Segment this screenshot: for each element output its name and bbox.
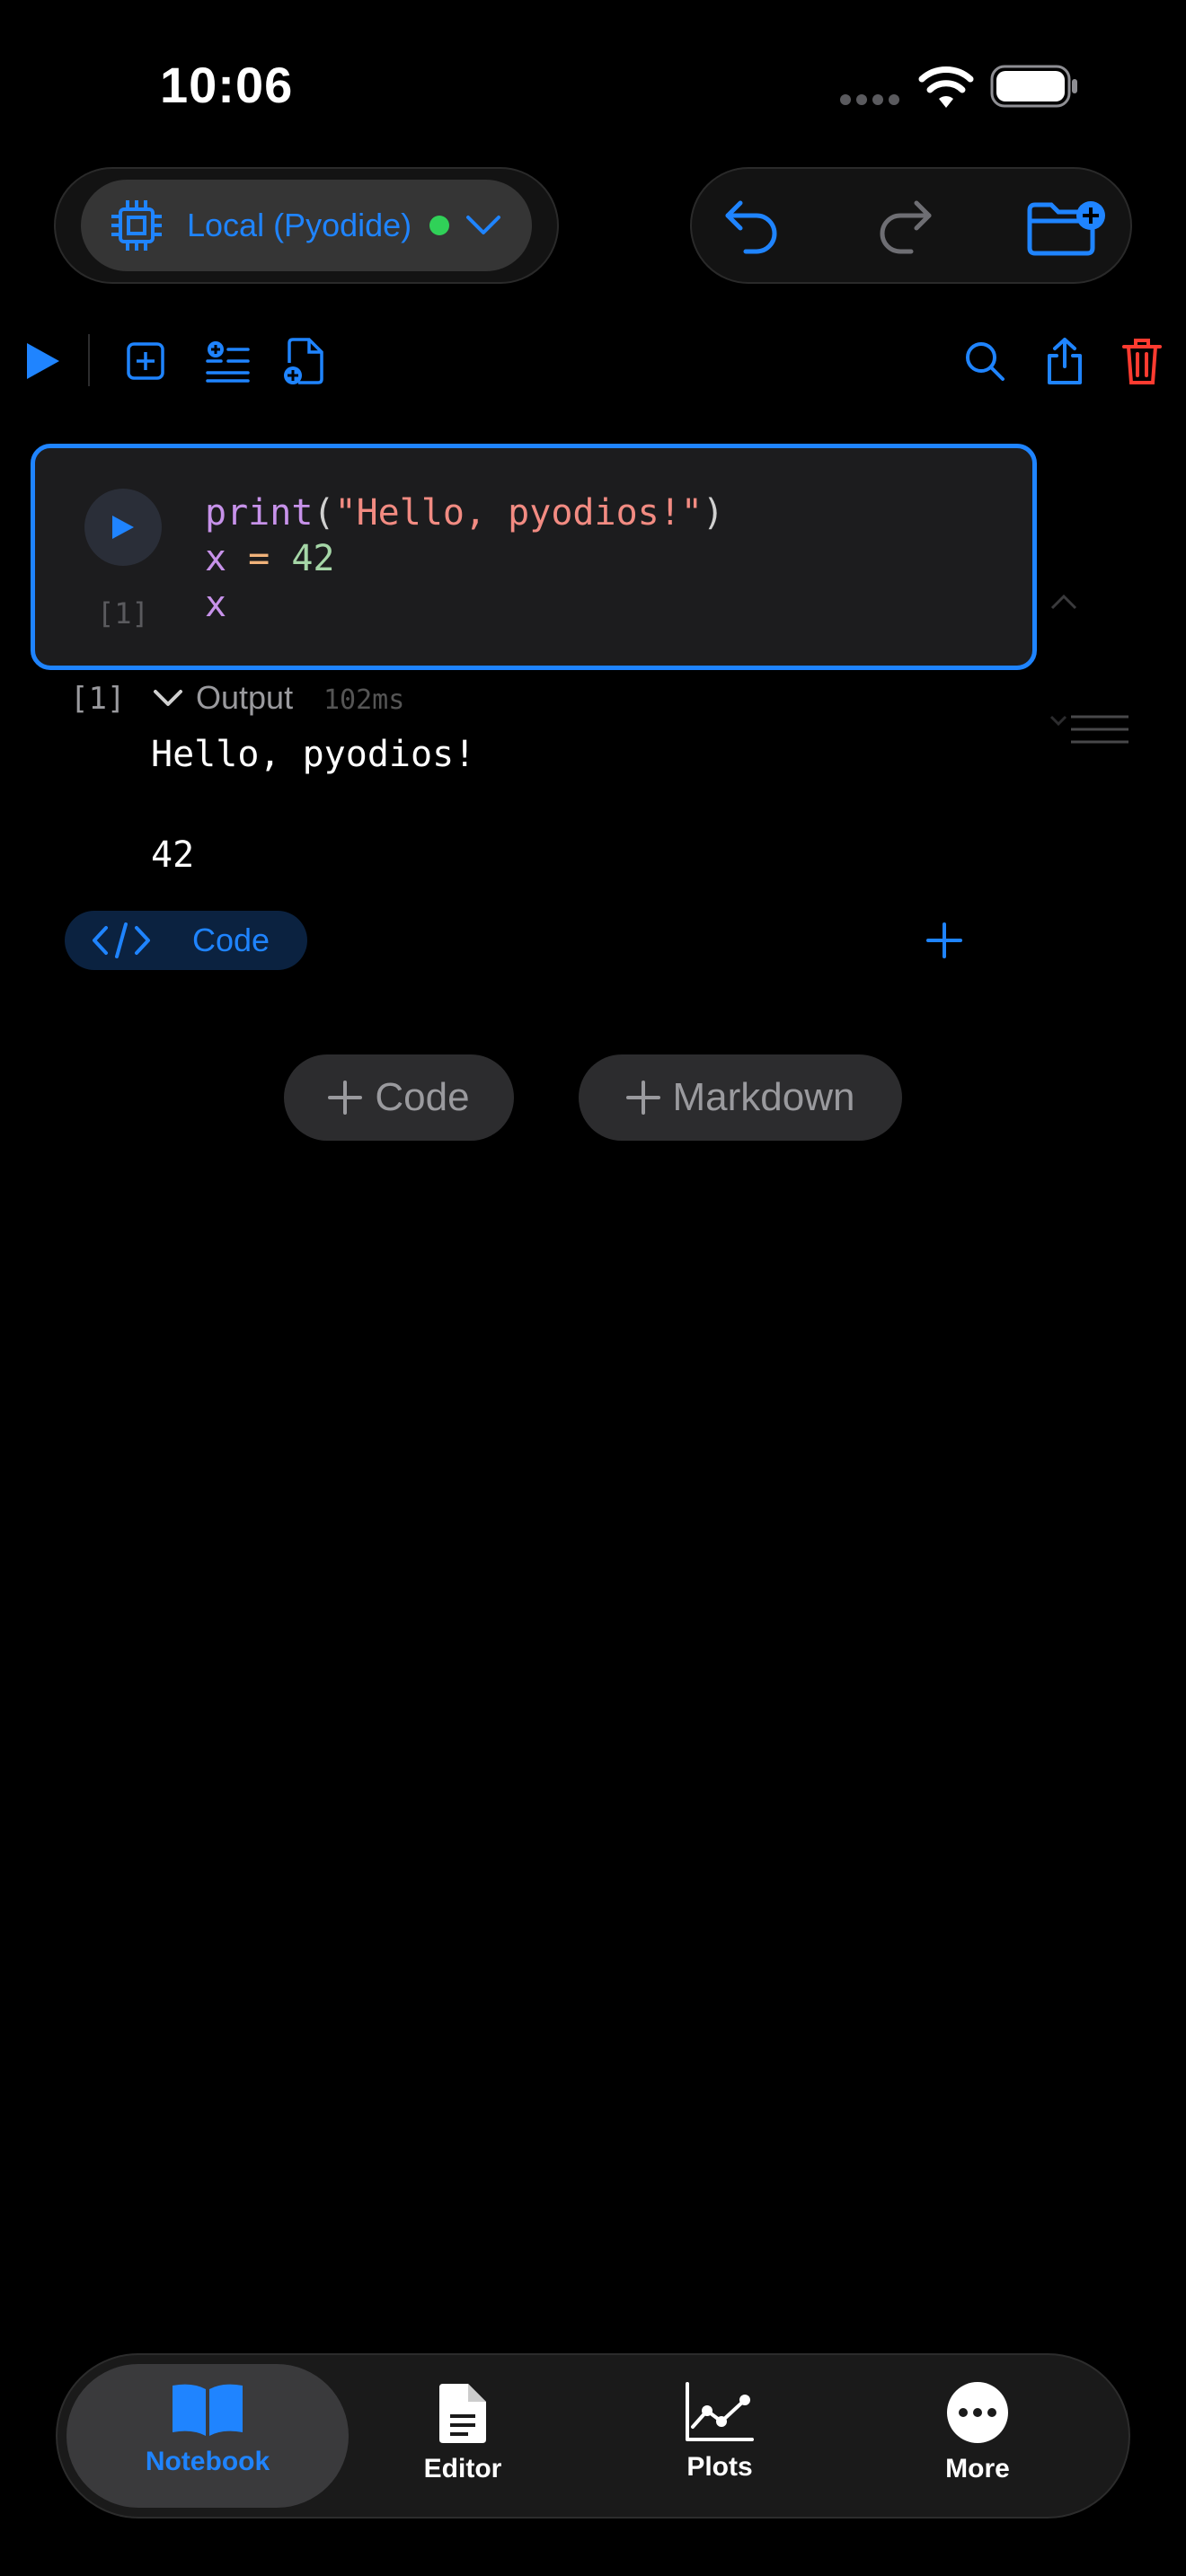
code-token: 42 xyxy=(291,538,335,579)
chevron-down-icon xyxy=(465,214,501,237)
add-code-button[interactable]: Code xyxy=(284,1054,514,1141)
code-token: ( xyxy=(313,492,335,534)
run-all-icon xyxy=(27,343,59,379)
kernel-status-dot xyxy=(429,216,450,235)
output-count: [1] xyxy=(70,681,126,717)
tab-label: More xyxy=(945,2454,1010,2483)
tab-editor[interactable]: Editor xyxy=(355,2380,571,2497)
delete-button[interactable] xyxy=(1121,336,1163,386)
plus-icon xyxy=(625,1081,660,1115)
tab-label: Editor xyxy=(423,2454,502,2483)
ellipsis-icon xyxy=(947,2382,1008,2443)
add-cell-button[interactable] xyxy=(126,341,165,381)
add-list-icon xyxy=(206,341,250,383)
toolbar-divider xyxy=(88,334,90,386)
trash-icon xyxy=(1122,339,1162,384)
kernel-selector[interactable]: Local (Pyodide) xyxy=(81,180,532,271)
tab-label: Plots xyxy=(686,2452,753,2482)
menu-icon xyxy=(1049,715,1128,744)
undo-icon xyxy=(725,200,777,254)
add-markdown-label: Markdown xyxy=(672,1075,855,1119)
cell-type-selector[interactable]: Code xyxy=(65,911,307,970)
output-label: Output xyxy=(196,679,294,716)
search-button[interactable] xyxy=(963,340,1006,383)
output-line: Hello, pyodios! xyxy=(151,734,476,775)
execution-count: [1] xyxy=(97,596,149,631)
output-line: 42 xyxy=(151,834,195,876)
add-cell-icon xyxy=(127,342,164,380)
redo-button[interactable] xyxy=(875,196,934,255)
cpu-icon xyxy=(108,197,165,254)
share-button[interactable] xyxy=(1044,336,1085,386)
output-toggle[interactable] xyxy=(153,688,183,708)
code-token: ) xyxy=(702,492,725,534)
run-all-button[interactable] xyxy=(25,341,61,381)
insert-cell-button[interactable] xyxy=(925,922,963,959)
chevron-up-icon xyxy=(1050,594,1077,610)
code-token: = xyxy=(226,538,292,579)
chart-icon xyxy=(686,2382,754,2441)
code-token: x xyxy=(205,584,227,625)
output-text: Hello, pyodios! 42 xyxy=(151,729,475,880)
cellular-signal-icon xyxy=(839,93,900,106)
battery-icon xyxy=(990,65,1080,108)
move-cell-up-button[interactable] xyxy=(1049,593,1078,611)
status-time: 10:06 xyxy=(160,57,294,113)
new-document-button[interactable] xyxy=(280,336,327,386)
tab-notebook[interactable]: Notebook xyxy=(100,2380,315,2497)
wifi-icon xyxy=(918,65,974,110)
plus-icon xyxy=(328,1081,363,1115)
search-icon xyxy=(966,342,1005,381)
kernel-label: Local (Pyodide) xyxy=(187,207,412,243)
cell-menu-button[interactable] xyxy=(1048,715,1128,745)
new-folder-button[interactable] xyxy=(1024,198,1107,257)
cell-type-label: Code xyxy=(192,922,270,958)
new-document-icon xyxy=(284,338,323,384)
plus-icon xyxy=(926,922,962,958)
code-token: "Hello, pyodios!" xyxy=(334,492,703,534)
code-brackets-icon xyxy=(92,922,151,958)
tab-more[interactable]: More xyxy=(870,2380,1085,2497)
folder-add-icon xyxy=(1027,201,1105,256)
tab-plots[interactable]: Plots xyxy=(612,2380,828,2497)
run-cell-button[interactable] xyxy=(84,489,162,566)
tab-label: Notebook xyxy=(145,2447,270,2476)
play-icon xyxy=(112,516,134,539)
output-duration: 102ms xyxy=(323,684,405,716)
chevron-down-icon xyxy=(154,690,182,706)
share-icon xyxy=(1048,338,1082,384)
add-list-button[interactable] xyxy=(205,340,250,383)
document-icon xyxy=(439,2384,486,2443)
add-code-label: Code xyxy=(375,1075,470,1119)
code-token: print xyxy=(205,492,314,534)
add-markdown-button[interactable]: Markdown xyxy=(579,1054,902,1141)
undo-button[interactable] xyxy=(722,196,782,255)
book-icon xyxy=(173,2384,243,2436)
code-token: x xyxy=(205,538,227,579)
redo-icon xyxy=(880,200,932,254)
code-editor[interactable]: print("Hello, pyodios!") x = 42 x xyxy=(205,490,724,628)
